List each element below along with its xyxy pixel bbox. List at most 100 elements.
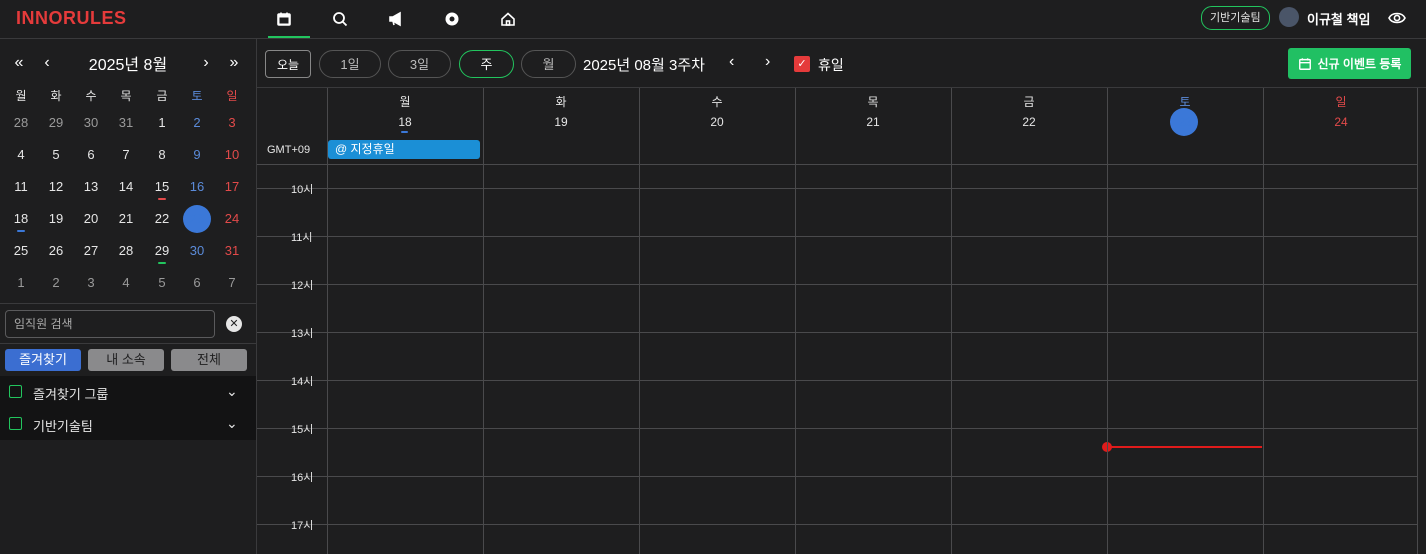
mini-calendar-day[interactable]: 14	[110, 173, 142, 201]
mini-calendar-day[interactable]: 7	[216, 269, 248, 297]
day-header[interactable]: 목 21	[795, 88, 951, 164]
tab-my-dept[interactable]: 내 소속	[88, 349, 164, 371]
eye-icon[interactable]	[1387, 9, 1407, 27]
mini-calendar-day[interactable]: 4	[5, 141, 37, 169]
day-name: 일	[1335, 95, 1347, 109]
mini-calendar-day[interactable]: 27	[75, 237, 107, 265]
home-icon[interactable]	[495, 6, 521, 32]
mini-calendar-day[interactable]: 2	[181, 109, 213, 137]
prev-week-icon[interactable]: ‹	[729, 53, 734, 71]
mini-calendar-day[interactable]: 5	[146, 269, 178, 297]
prev-year-icon[interactable]: «	[9, 53, 29, 73]
day-number: 2	[193, 115, 201, 130]
mini-calendar-day[interactable]: 20	[75, 205, 107, 233]
mini-calendar-day[interactable]: 6	[181, 269, 213, 297]
mini-calendar-day[interactable]: 19	[40, 205, 72, 233]
mini-calendar-day[interactable]: 29	[146, 237, 178, 265]
day-name: 월	[399, 95, 411, 109]
hour-label: 10시	[291, 184, 314, 196]
logo[interactable]: INNORULES	[16, 8, 127, 29]
mini-calendar-day[interactable]: 17	[216, 173, 248, 201]
mini-calendar-day[interactable]: 1	[5, 269, 37, 297]
employee-search-input[interactable]	[5, 310, 215, 338]
day-number: 22	[154, 211, 170, 226]
grid-row-line	[257, 164, 1417, 165]
mini-calendar-day[interactable]: 12	[40, 173, 72, 201]
day-number: 18	[13, 211, 29, 226]
mini-calendar-day[interactable]: 28	[110, 237, 142, 265]
tab-favorites[interactable]: 즐겨찾기	[5, 349, 81, 371]
next-month-icon[interactable]: ›	[196, 53, 216, 73]
view-3day-button[interactable]: 3일	[388, 50, 451, 78]
sidebar: « ‹ 2025년 8월 › » 월 화 수 목 금 토 일 28 29 30 31 1 2 3 4 5 6 7 8…	[0, 39, 257, 554]
day-header[interactable]: 토 23	[1107, 88, 1263, 164]
group-row-team[interactable]: 기반기술팀 ⌄	[0, 408, 256, 440]
view-1day-button[interactable]: 1일	[319, 50, 381, 78]
mini-calendar-day[interactable]: 4	[110, 269, 142, 297]
megaphone-icon[interactable]	[383, 6, 409, 32]
day-number: 9	[193, 147, 201, 162]
chevron-down-icon[interactable]: ⌄	[226, 383, 238, 400]
new-event-button[interactable]: 신규 이벤트 등록	[1288, 48, 1411, 79]
chevron-down-icon[interactable]: ⌄	[226, 415, 238, 432]
mini-calendar-day[interactable]: 26	[40, 237, 72, 265]
mini-calendar-day[interactable]: 30	[181, 237, 213, 265]
search-icon[interactable]	[327, 6, 353, 32]
next-week-icon[interactable]: ›	[765, 53, 770, 71]
mini-calendar-day[interactable]: 1	[146, 109, 178, 137]
mini-calendar-day[interactable]: 10	[216, 141, 248, 169]
day-number: 4	[17, 147, 25, 162]
next-year-icon[interactable]: »	[224, 53, 244, 73]
avatar[interactable]	[1279, 7, 1299, 27]
mini-calendar-day[interactable]: 24	[216, 205, 248, 233]
mini-calendar-day[interactable]: 31	[216, 237, 248, 265]
mini-calendar-day[interactable]: 9	[181, 141, 213, 169]
mini-calendar-day[interactable]: 3	[216, 109, 248, 137]
group-checkbox[interactable]	[9, 385, 22, 398]
mini-calendar-day[interactable]: 5	[40, 141, 72, 169]
mini-calendar-day[interactable]: 8	[146, 141, 178, 169]
mini-calendar-day[interactable]: 31	[110, 109, 142, 137]
user-name[interactable]: 이규철 책임	[1307, 9, 1370, 28]
day-number: 6	[87, 147, 95, 162]
prev-month-icon[interactable]: ‹	[37, 53, 57, 73]
mini-calendar-day[interactable]: 16	[181, 173, 213, 201]
day-header[interactable]: 월 18	[327, 88, 483, 164]
mini-calendar-day[interactable]: 18	[5, 205, 37, 233]
mini-calendar-day[interactable]: 21	[110, 205, 142, 233]
view-month-button[interactable]: 월	[521, 50, 576, 78]
view-week-button[interactable]: 주	[459, 50, 514, 78]
mini-calendar-day[interactable]: 3	[75, 269, 107, 297]
day-header[interactable]: 화 19	[483, 88, 639, 164]
day-number: 30	[189, 243, 205, 258]
clear-search-icon[interactable]: ✕	[226, 316, 242, 332]
mini-calendar-day[interactable]: 22	[146, 205, 178, 233]
mini-calendar-day[interactable]: 28	[5, 109, 37, 137]
day-header[interactable]: 수 20	[639, 88, 795, 164]
day-number: 14	[118, 179, 134, 194]
today-button[interactable]: 오늘	[265, 50, 311, 78]
team-badge[interactable]: 기반기술팀	[1201, 6, 1270, 30]
day-header[interactable]: 금 22	[951, 88, 1107, 164]
mini-calendar-day[interactable]: 7	[110, 141, 142, 169]
settings-icon[interactable]	[439, 6, 465, 32]
calendar-toolbar: 오늘 1일 3일 주 월 2025년 08월 3주차 ‹ › ✓ 휴일 신규 이…	[257, 39, 1426, 88]
mini-calendar-day[interactable]: 23	[181, 205, 213, 233]
day-number: 24	[224, 211, 240, 226]
mini-calendar-day[interactable]: 6	[75, 141, 107, 169]
mini-calendar-day[interactable]: 29	[40, 109, 72, 137]
holiday-checkbox[interactable]: ✓	[794, 56, 810, 72]
day-header[interactable]: 일 24	[1263, 88, 1419, 164]
mini-calendar-day[interactable]: 13	[75, 173, 107, 201]
group-checkbox[interactable]	[9, 417, 22, 430]
mini-calendar-day[interactable]: 30	[75, 109, 107, 137]
tab-all[interactable]: 전체	[171, 349, 247, 371]
mini-calendar-day[interactable]: 2	[40, 269, 72, 297]
mini-calendar-day[interactable]: 15	[146, 173, 178, 201]
day-number: 25	[13, 243, 29, 258]
mini-calendar-day[interactable]: 11	[5, 173, 37, 201]
day-number: 13	[83, 179, 99, 194]
group-row-favorites[interactable]: 즐겨찾기 그룹 ⌄	[0, 376, 256, 408]
calendar-icon[interactable]	[271, 6, 297, 32]
mini-calendar-day[interactable]: 25	[5, 237, 37, 265]
